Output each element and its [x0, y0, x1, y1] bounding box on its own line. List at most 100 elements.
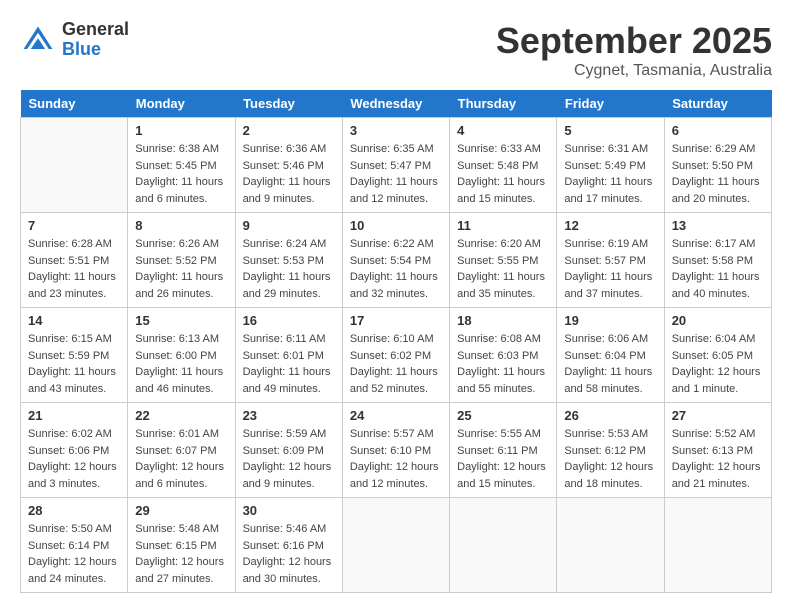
day-number: 23 [243, 408, 335, 423]
calendar-day-cell: 25 Sunrise: 5:55 AMSunset: 6:11 PMDayligh… [450, 403, 557, 498]
calendar-day-cell: 1 Sunrise: 6:38 AMSunset: 5:45 PMDaylight… [128, 118, 235, 213]
calendar-day-cell: 15 Sunrise: 6:13 AMSunset: 6:00 PMDayligh… [128, 308, 235, 403]
day-info: Sunrise: 6:13 AMSunset: 6:00 PMDaylight:… [135, 331, 227, 397]
day-info: Sunrise: 6:17 AMSunset: 5:58 PMDaylight:… [672, 236, 764, 302]
day-number: 12 [564, 218, 656, 233]
title-block: September 2025 Cygnet, Tasmania, Austral… [496, 20, 772, 80]
calendar-day-cell: 8Sunrise: 6:26 AMSunset: 5:52 PMDaylight… [128, 213, 235, 308]
day-info: Sunrise: 6:33 AMSunset: 5:48 PMDaylight:… [457, 141, 549, 207]
day-info: Sunrise: 6:04 AMSunset: 6:05 PMDaylight:… [672, 331, 764, 397]
calendar-day-cell: 26 Sunrise: 5:53 AMSunset: 6:12 PMDayligh… [557, 403, 664, 498]
day-info: Sunrise: 6:29 AMSunset: 5:50 PMDaylight:… [672, 141, 764, 207]
day-number: 16 [243, 313, 335, 328]
calendar-day-cell [450, 498, 557, 593]
day-info: Sunrise: 5:55 AMSunset: 6:11 PMDaylight:… [457, 426, 549, 492]
day-info: Sunrise: 5:53 AMSunset: 6:12 PMDaylight:… [564, 426, 656, 492]
calendar-day-cell: 13Sunrise: 6:17 AMSunset: 5:58 PMDayligh… [664, 213, 771, 308]
calendar-week-row: 1 Sunrise: 6:38 AMSunset: 5:45 PMDaylight… [21, 118, 772, 213]
calendar-day-cell: 23 Sunrise: 5:59 AMSunset: 6:09 PMDayligh… [235, 403, 342, 498]
page-header: General Blue September 2025 Cygnet, Tasm… [20, 20, 772, 80]
calendar-day-cell: 28 Sunrise: 5:50 AMSunset: 6:14 PMDayligh… [21, 498, 128, 593]
day-info: Sunrise: 6:28 AMSunset: 5:51 PMDaylight:… [28, 236, 120, 302]
day-of-week-header: Tuesday [235, 90, 342, 118]
day-number: 14 [28, 313, 120, 328]
day-number: 9 [243, 218, 335, 233]
calendar-day-cell: 29 Sunrise: 5:48 AMSunset: 6:15 PMDayligh… [128, 498, 235, 593]
logo-text: General Blue [62, 20, 129, 60]
day-info: Sunrise: 6:06 AMSunset: 6:04 PMDaylight:… [564, 331, 656, 397]
day-of-week-header: Wednesday [342, 90, 449, 118]
day-info: Sunrise: 5:46 AMSunset: 6:16 PMDaylight:… [243, 521, 335, 587]
day-info: Sunrise: 6:15 AMSunset: 5:59 PMDaylight:… [28, 331, 120, 397]
day-number: 4 [457, 123, 549, 138]
day-number: 3 [350, 123, 442, 138]
day-number: 11 [457, 218, 549, 233]
day-number: 27 [672, 408, 764, 423]
day-number: 6 [672, 123, 764, 138]
calendar-day-cell [557, 498, 664, 593]
calendar-day-cell: 17Sunrise: 6:10 AMSunset: 6:02 PMDayligh… [342, 308, 449, 403]
calendar-day-cell: 14 Sunrise: 6:15 AMSunset: 5:59 PMDayligh… [21, 308, 128, 403]
day-of-week-header: Friday [557, 90, 664, 118]
day-number: 26 [564, 408, 656, 423]
calendar-day-cell: 20 Sunrise: 6:04 AMSunset: 6:05 PMDayligh… [664, 308, 771, 403]
day-info: Sunrise: 6:36 AMSunset: 5:46 PMDaylight:… [243, 141, 335, 207]
day-number: 29 [135, 503, 227, 518]
calendar-week-row: 14 Sunrise: 6:15 AMSunset: 5:59 PMDayligh… [21, 308, 772, 403]
logo: General Blue [20, 20, 129, 60]
day-info: Sunrise: 6:24 AMSunset: 5:53 PMDaylight:… [243, 236, 335, 302]
day-number: 18 [457, 313, 549, 328]
day-of-week-header: Saturday [664, 90, 771, 118]
day-info: Sunrise: 6:08 AMSunset: 6:03 PMDaylight:… [457, 331, 549, 397]
calendar-day-cell: 21Sunrise: 6:02 AMSunset: 6:06 PMDayligh… [21, 403, 128, 498]
calendar-day-cell: 10 Sunrise: 6:22 AMSunset: 5:54 PMDayligh… [342, 213, 449, 308]
calendar-day-cell: 5Sunrise: 6:31 AMSunset: 5:49 PMDaylight… [557, 118, 664, 213]
day-info: Sunrise: 6:02 AMSunset: 6:06 PMDaylight:… [28, 426, 120, 492]
day-of-week-header: Thursday [450, 90, 557, 118]
logo-general: General [62, 20, 129, 40]
logo-icon [20, 22, 56, 58]
day-number: 15 [135, 313, 227, 328]
day-info: Sunrise: 5:52 AMSunset: 6:13 PMDaylight:… [672, 426, 764, 492]
logo-blue: Blue [62, 40, 129, 60]
day-number: 25 [457, 408, 549, 423]
day-info: Sunrise: 5:57 AMSunset: 6:10 PMDaylight:… [350, 426, 442, 492]
day-info: Sunrise: 6:31 AMSunset: 5:49 PMDaylight:… [564, 141, 656, 207]
day-number: 30 [243, 503, 335, 518]
calendar-day-cell: 18 Sunrise: 6:08 AMSunset: 6:03 PMDayligh… [450, 308, 557, 403]
month-title: September 2025 [496, 20, 772, 62]
day-number: 7 [28, 218, 120, 233]
day-info: Sunrise: 5:50 AMSunset: 6:14 PMDaylight:… [28, 521, 120, 587]
calendar-day-cell: 12Sunrise: 6:19 AMSunset: 5:57 PMDayligh… [557, 213, 664, 308]
calendar-day-cell: 3Sunrise: 6:35 AMSunset: 5:47 PMDaylight… [342, 118, 449, 213]
calendar-day-cell: 9 Sunrise: 6:24 AMSunset: 5:53 PMDaylight… [235, 213, 342, 308]
day-info: Sunrise: 6:20 AMSunset: 5:55 PMDaylight:… [457, 236, 549, 302]
calendar-day-cell: 27 Sunrise: 5:52 AMSunset: 6:13 PMDayligh… [664, 403, 771, 498]
day-info: Sunrise: 6:10 AMSunset: 6:02 PMDaylight:… [350, 331, 442, 397]
day-info: Sunrise: 6:22 AMSunset: 5:54 PMDaylight:… [350, 236, 442, 302]
location: Cygnet, Tasmania, Australia [496, 62, 772, 80]
calendar-week-row: 28 Sunrise: 5:50 AMSunset: 6:14 PMDayligh… [21, 498, 772, 593]
calendar-week-row: 21Sunrise: 6:02 AMSunset: 6:06 PMDayligh… [21, 403, 772, 498]
calendar-day-cell: 22 Sunrise: 6:01 AMSunset: 6:07 PMDayligh… [128, 403, 235, 498]
day-number: 19 [564, 313, 656, 328]
day-number: 10 [350, 218, 442, 233]
day-number: 8 [135, 218, 227, 233]
day-info: Sunrise: 6:01 AMSunset: 6:07 PMDaylight:… [135, 426, 227, 492]
day-number: 20 [672, 313, 764, 328]
day-number: 28 [28, 503, 120, 518]
day-number: 22 [135, 408, 227, 423]
calendar-table: SundayMondayTuesdayWednesdayThursdayFrid… [20, 90, 772, 593]
day-number: 1 [135, 123, 227, 138]
calendar-day-cell [342, 498, 449, 593]
day-info: Sunrise: 6:38 AMSunset: 5:45 PMDaylight:… [135, 141, 227, 207]
calendar-day-cell [664, 498, 771, 593]
calendar-day-cell: 2 Sunrise: 6:36 AMSunset: 5:46 PMDaylight… [235, 118, 342, 213]
day-info: Sunrise: 5:59 AMSunset: 6:09 PMDaylight:… [243, 426, 335, 492]
calendar-week-row: 7 Sunrise: 6:28 AMSunset: 5:51 PMDaylight… [21, 213, 772, 308]
calendar-day-cell: 11 Sunrise: 6:20 AMSunset: 5:55 PMDayligh… [450, 213, 557, 308]
day-info: Sunrise: 5:48 AMSunset: 6:15 PMDaylight:… [135, 521, 227, 587]
calendar-day-cell [21, 118, 128, 213]
day-number: 2 [243, 123, 335, 138]
calendar-day-cell: 7 Sunrise: 6:28 AMSunset: 5:51 PMDaylight… [21, 213, 128, 308]
